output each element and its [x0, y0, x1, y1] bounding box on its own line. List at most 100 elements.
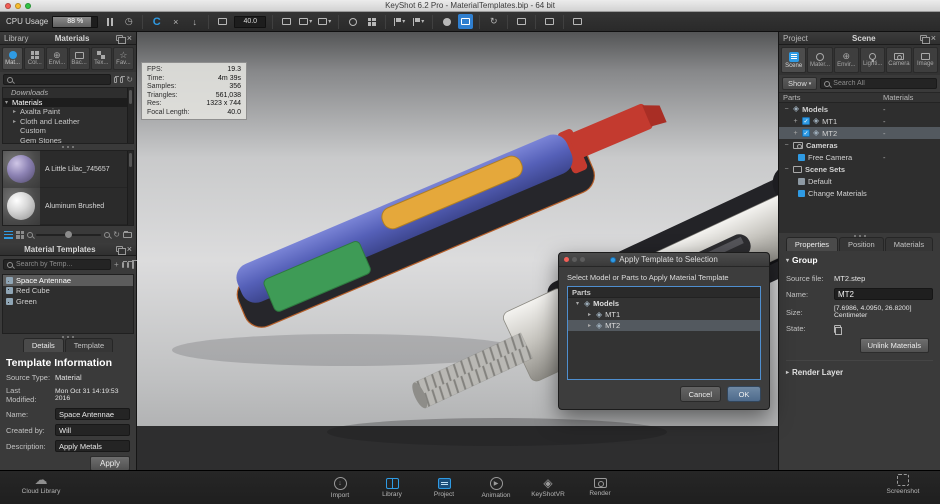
material-item-aluminum[interactable]: Aluminum Brushed	[3, 188, 133, 225]
apply-button[interactable]: Apply	[90, 456, 130, 470]
state-snapshot-icon[interactable]	[834, 325, 841, 333]
group-section-header[interactable]: ▾Group	[786, 255, 933, 265]
tab-textures[interactable]: Tex...	[91, 47, 112, 70]
expand-icon[interactable]: +	[792, 118, 799, 125]
material-item-partial[interactable]	[3, 225, 133, 226]
close-panel-icon[interactable]: ×	[931, 34, 936, 43]
dock-item-cloud-library[interactable]: ☁ Cloud Library	[18, 474, 64, 495]
ok-button[interactable]: OK	[727, 386, 761, 402]
library-search-field[interactable]	[3, 74, 111, 85]
tab-position[interactable]: Position	[839, 237, 884, 251]
flag-tool-button[interactable]: ▾	[392, 14, 407, 29]
description-input[interactable]	[55, 440, 130, 452]
folder-new-icon[interactable]	[120, 77, 123, 83]
thumbnail-scrollbar[interactable]	[127, 151, 133, 225]
scene-tree-item-free-camera[interactable]: Free Camera -	[779, 151, 940, 163]
render-layer-section-header[interactable]: ▸Render Layer	[786, 368, 933, 377]
dock-item-library[interactable]: Library	[369, 477, 415, 499]
dock-item-keyshotvr[interactable]: ◈ KeyShotVR	[525, 477, 571, 499]
dock-item-animation[interactable]: ▶ Animation	[473, 477, 519, 499]
zoom-out-icon[interactable]	[27, 232, 33, 238]
scene-tree-item-models[interactable]: − ◈ Models -	[779, 103, 940, 115]
template-item-green[interactable]: Green	[3, 296, 133, 307]
tree-item-axalta-paint[interactable]: ▸Axalta Paint	[3, 107, 133, 117]
resize-handle[interactable]	[0, 144, 136, 149]
import-folder-icon[interactable]	[123, 232, 132, 238]
expand-icon[interactable]: ▾	[574, 300, 581, 307]
backplate-button[interactable]: ▾	[317, 14, 332, 29]
scene-tree-item-mt2[interactable]: + ◈ MT2 -	[779, 127, 940, 139]
dock-item-screenshot[interactable]: Screenshot	[880, 474, 926, 495]
tab-favorites[interactable]: ☆Fav...	[113, 47, 134, 70]
tab-template[interactable]: Template	[65, 338, 113, 352]
tab-scene[interactable]: Scene	[781, 47, 806, 73]
tab-environment[interactable]: ⊕Envir...	[834, 47, 859, 73]
list-view-icon[interactable]	[4, 231, 13, 239]
dialog-tree-item-mt2[interactable]: ▸ ◈ MT2	[568, 320, 760, 331]
dock-item-project[interactable]: Project	[421, 477, 467, 499]
scene-tree-item-scene-sets[interactable]: − Scene Sets	[779, 163, 940, 175]
tab-properties[interactable]: Properties	[786, 237, 838, 251]
collapse-icon[interactable]: ▸	[11, 118, 18, 125]
tab-material[interactable]: Mater...	[807, 47, 832, 73]
dock-item-render[interactable]: Render	[577, 477, 623, 499]
refresh-library-icon[interactable]: ↻	[126, 75, 133, 84]
pause-render-button[interactable]	[102, 14, 117, 29]
tree-item-downloads[interactable]: Downloads	[3, 88, 133, 98]
refresh-thumbs-icon[interactable]: ↻	[113, 230, 120, 239]
scene-tree-item-change-materials[interactable]: Change Materials	[779, 187, 940, 199]
visibility-checkbox[interactable]	[802, 117, 810, 125]
collapse-icon[interactable]: −	[783, 142, 790, 149]
template-name-input[interactable]	[55, 408, 130, 420]
tab-details[interactable]: Details	[23, 338, 64, 352]
performance-mode-button[interactable]: ◷	[121, 14, 136, 29]
tree-item-gem-stones[interactable]: Gem Stones	[3, 136, 133, 145]
view-preset-button[interactable]: ▾	[298, 14, 313, 29]
tab-lighting[interactable]: Lighti...	[860, 47, 885, 73]
unlink-materials-button[interactable]: Unlink Materials	[860, 338, 929, 353]
group-name-input[interactable]	[834, 288, 933, 300]
scene-search-input[interactable]	[833, 80, 933, 87]
close-panel-icon[interactable]: ×	[127, 245, 132, 254]
library-search-input[interactable]	[16, 76, 107, 83]
library-toggle-button[interactable]	[458, 14, 473, 29]
slider-thumb[interactable]	[65, 231, 72, 238]
collapse-icon[interactable]: ▸	[586, 322, 593, 329]
scene-tree-item-mt1[interactable]: + ◈ MT1 -	[779, 115, 940, 127]
camera-view-button[interactable]	[279, 14, 294, 29]
tab-backplates[interactable]: Bac...	[69, 47, 90, 70]
add-template-icon[interactable]: +	[114, 260, 119, 269]
tree-item-custom[interactable]: Custom	[3, 126, 133, 136]
expand-icon[interactable]: ▾	[3, 99, 10, 106]
dialog-tree-item-mt1[interactable]: ▸ ◈ MT1	[568, 309, 760, 320]
cpu-usage-meter[interactable]: 88 %	[52, 16, 98, 28]
detach-panel-icon[interactable]	[116, 35, 123, 41]
thumbnail-size-slider[interactable]	[36, 234, 101, 236]
flag-preset-button[interactable]: ▾	[411, 14, 426, 29]
tree-item-materials[interactable]: ▾Materials	[3, 98, 133, 108]
rotate-object-button[interactable]: ↻	[486, 14, 501, 29]
tab-camera[interactable]: Camera	[886, 47, 911, 73]
folder-import-icon[interactable]	[122, 262, 124, 268]
detach-panel-icon[interactable]	[116, 246, 123, 252]
tree-scrollbar[interactable]	[127, 88, 133, 143]
grid-view-icon[interactable]	[16, 231, 24, 239]
folder-up-icon[interactable]	[114, 77, 117, 83]
presentation-button[interactable]	[542, 14, 557, 29]
render-image-button[interactable]	[570, 14, 585, 29]
expand-icon[interactable]: +	[792, 130, 799, 137]
tab-materials-detail[interactable]: Materials	[885, 237, 933, 251]
download-button[interactable]: ↓	[187, 14, 202, 29]
collapse-icon[interactable]: ▸	[586, 311, 593, 318]
tab-materials[interactable]: Mat...	[2, 47, 23, 70]
show-dropdown[interactable]: Show▾	[782, 77, 817, 90]
material-item-lilac[interactable]: A Little Lilac_745657	[3, 151, 133, 188]
folder-export-icon[interactable]	[127, 262, 129, 268]
duplicate-button[interactable]	[364, 14, 379, 29]
scene-tree-item-cameras[interactable]: − Cameras	[779, 139, 940, 151]
fullscreen-button[interactable]	[514, 14, 529, 29]
orbit-button[interactable]	[345, 14, 360, 29]
scene-tree-item-default[interactable]: Default	[779, 175, 940, 187]
tab-colors[interactable]: Col...	[24, 47, 45, 70]
templates-search-field[interactable]	[3, 259, 111, 270]
